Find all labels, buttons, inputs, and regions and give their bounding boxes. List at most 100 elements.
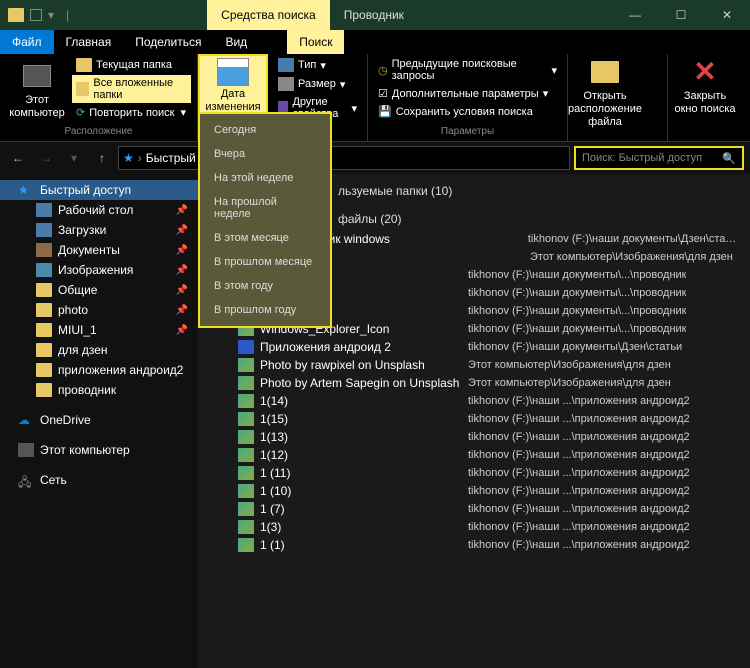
- save-search-label: Сохранить условия поиска: [396, 106, 533, 118]
- app-icon: [8, 8, 24, 22]
- save-search-button[interactable]: 💾Сохранить условия поиска: [374, 103, 561, 120]
- file-path: tikhonov (F:)\наши ...\приложения андрои…: [468, 539, 690, 551]
- date-option[interactable]: В прошлом году: [200, 298, 330, 322]
- size-button[interactable]: Размер▾: [274, 75, 361, 93]
- tree-onedrive[interactable]: ☁OneDrive: [0, 410, 198, 430]
- tree-network[interactable]: 🖧Сеть: [0, 470, 198, 490]
- search-icon[interactable]: 🔍: [722, 152, 736, 165]
- params-group-label: Параметры: [374, 124, 561, 139]
- tree-desktop[interactable]: Рабочий стол📌: [0, 200, 198, 220]
- file-path: tikhonov (F:)\наши ...\приложения андрои…: [468, 485, 690, 497]
- file-path: tikhonov (F:)\наши документы\Дзен\статьи: [468, 341, 682, 353]
- date-option[interactable]: В этом году: [200, 274, 330, 298]
- file-row[interactable]: 1(13)tikhonov (F:)\наши ...\приложения а…: [198, 428, 750, 446]
- file-row[interactable]: Photo by rawpixel on UnsplashЭтот компью…: [198, 356, 750, 374]
- file-path: tikhonov (F:)\наши ...\приложения андрои…: [468, 449, 690, 461]
- file-row[interactable]: Photo by Artem Sapegin on UnsplashЭтот к…: [198, 374, 750, 392]
- date-option[interactable]: На этой неделе: [200, 166, 330, 190]
- file-row[interactable]: 1 (10)tikhonov (F:)\наши ...\приложения …: [198, 482, 750, 500]
- tree-quick-access[interactable]: ★Быстрый доступ: [0, 180, 198, 200]
- divider-icon: |: [66, 8, 69, 22]
- date-option[interactable]: Сегодня: [200, 118, 330, 142]
- file-row[interactable]: 1(15)tikhonov (F:)\наши ...\приложения а…: [198, 410, 750, 428]
- file-path: tikhonov (F:)\наши документы\...\проводн…: [468, 323, 686, 335]
- file-row[interactable]: 1 (11)tikhonov (F:)\наши ...\приложения …: [198, 464, 750, 482]
- this-pc-label: Этот компьютер: [6, 94, 68, 120]
- all-subfolders-label: Все вложенные папки: [93, 77, 187, 101]
- nav-recent[interactable]: ▾: [62, 151, 86, 165]
- qat-icon[interactable]: [30, 9, 42, 21]
- file-row[interactable]: 1 (1) tikhonov (F:)\наши ...\приложения а…: [198, 536, 750, 554]
- file-icon: [238, 448, 254, 462]
- current-folder-button[interactable]: Текущая папка: [72, 56, 191, 74]
- file-path: Этот компьютер\Изображения\для дзен: [468, 377, 671, 389]
- file-name: 1(3): [260, 520, 281, 534]
- tree-miui[interactable]: MIUI_1📌: [0, 320, 198, 340]
- tree-images[interactable]: Изображения📌: [0, 260, 198, 280]
- explorer-title: Проводник: [330, 0, 418, 30]
- pin-icon: 📌: [176, 245, 188, 256]
- documents-icon: [36, 243, 52, 257]
- open-location-button[interactable]: Открыть расположение файла: [574, 56, 636, 130]
- size-icon: [278, 77, 294, 91]
- tree-downloads[interactable]: Загрузки📌: [0, 220, 198, 240]
- minimize-button[interactable]: —: [612, 0, 658, 30]
- date-option[interactable]: На прошлой неделе: [200, 190, 330, 226]
- qat-dropdown-icon[interactable]: ▾: [48, 8, 54, 22]
- file-path: tikhonov (F:)\наши документы\...\проводн…: [468, 269, 686, 281]
- menu-file[interactable]: Файл: [0, 30, 54, 54]
- folder-open-icon: [591, 61, 619, 83]
- menu-home[interactable]: Главная: [54, 30, 124, 54]
- file-path: tikhonov (F:)\наши ...\приложения андрои…: [468, 503, 690, 515]
- prev-queries-button[interactable]: ◷Предыдущие поисковые запросы▾: [374, 56, 561, 84]
- file-icon: [238, 394, 254, 408]
- date-option[interactable]: Вчера: [200, 142, 330, 166]
- file-row[interactable]: 1(14)tikhonov (F:)\наши ...\приложения а…: [198, 392, 750, 410]
- close-search-label: Закрыть окно поиска: [674, 90, 736, 116]
- advanced-label: Дополнительные параметры: [392, 88, 539, 100]
- file-row[interactable]: 1 (7)tikhonov (F:)\наши ...\приложения а…: [198, 500, 750, 518]
- search-input[interactable]: Поиск: Быстрый доступ 🔍: [574, 146, 744, 170]
- file-name: 1 (1): [260, 538, 285, 552]
- search-tools-tab[interactable]: Средства поиска: [207, 0, 330, 30]
- file-icon: [238, 358, 254, 372]
- maximize-button[interactable]: ☐: [658, 0, 704, 30]
- all-subfolders-button[interactable]: Все вложенные папки: [72, 75, 191, 103]
- date-option[interactable]: В прошлом месяце: [200, 250, 330, 274]
- file-path: tikhonov (F:)\наши документы\...\проводн…: [468, 287, 686, 299]
- file-path: tikhonov (F:)\наши ...\приложения андрои…: [468, 395, 690, 407]
- file-path: tikhonov (F:)\наши ...\приложения андрои…: [468, 413, 690, 425]
- file-path: tikhonov (F:)\наши ...\приложения андрои…: [468, 521, 690, 533]
- type-button[interactable]: Тип▾: [274, 56, 361, 74]
- advanced-button[interactable]: ☑Дополнительные параметры▾: [374, 85, 561, 102]
- this-pc-button[interactable]: Этот компьютер: [6, 56, 68, 124]
- close-search-button[interactable]: ✕ Закрыть окно поиска: [674, 56, 736, 116]
- address-bar[interactable]: ★ › Быстрый досту: [118, 146, 570, 170]
- repeat-search-button[interactable]: ⟳Повторить поиск▾: [72, 104, 191, 121]
- history-icon: ◷: [378, 64, 388, 77]
- close-button[interactable]: ✕: [704, 0, 750, 30]
- menu-search[interactable]: Поиск: [287, 30, 344, 54]
- tree-apps2[interactable]: приложения андроид2: [0, 360, 198, 380]
- nav-up[interactable]: ↑: [90, 151, 114, 165]
- file-row[interactable]: Приложения андроид 2tikhonov (F:)\наши д…: [198, 338, 750, 356]
- tree-explorer[interactable]: проводник: [0, 380, 198, 400]
- tree-dlya-dzen[interactable]: для дзен: [0, 340, 198, 360]
- tree-photo[interactable]: photo📌: [0, 300, 198, 320]
- menu-share[interactable]: Поделиться: [123, 30, 213, 54]
- menu-view[interactable]: Вид: [213, 30, 259, 54]
- prev-queries-label: Предыдущие поисковые запросы: [392, 58, 548, 82]
- nav-back[interactable]: ←: [6, 151, 30, 165]
- file-row[interactable]: 1(3) tikhonov (F:)\наши ...\приложения ан…: [198, 518, 750, 536]
- search-placeholder: Поиск: Быстрый доступ: [582, 152, 702, 164]
- date-option[interactable]: В этом месяце: [200, 226, 330, 250]
- nav-forward[interactable]: →: [34, 151, 58, 165]
- tree-this-pc[interactable]: Этот компьютер: [0, 440, 198, 460]
- pin-icon: 📌: [176, 305, 188, 316]
- open-location-label: Открыть расположение файла: [568, 90, 642, 130]
- pc-icon: [23, 65, 51, 87]
- file-name: 1(13): [260, 430, 288, 444]
- tree-documents[interactable]: Документы📌: [0, 240, 198, 260]
- file-row[interactable]: 1(12)tikhonov (F:)\наши ...\приложения а…: [198, 446, 750, 464]
- tree-common[interactable]: Общие📌: [0, 280, 198, 300]
